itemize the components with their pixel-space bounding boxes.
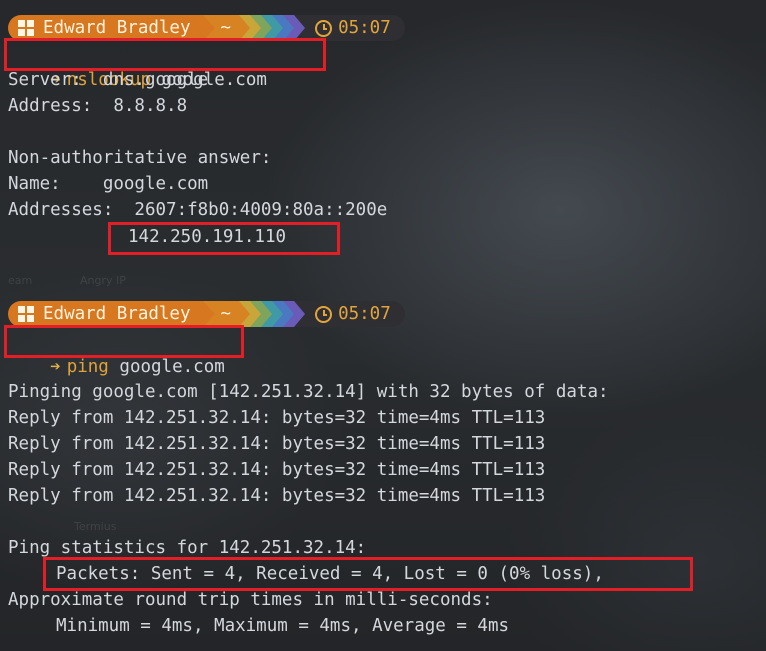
highlight-box <box>4 325 244 358</box>
output-line: Address: 8.8.8.8 <box>8 96 188 116</box>
powerline-chevrons <box>239 301 306 327</box>
prompt-user: Edward Bradley <box>43 18 191 38</box>
powerline-chevron-icon <box>239 301 251 327</box>
powerline-separator-icon <box>202 301 215 327</box>
highlight-box <box>43 557 693 591</box>
prompt-arrow-icon: ➔ <box>50 357 61 377</box>
output-line: Addresses: 2607:f8b0:4009:80a::200e <box>8 200 388 220</box>
prompt-path: ~ <box>214 301 240 327</box>
output-line: Reply from 142.251.32.14: bytes=32 time=… <box>8 486 546 506</box>
powerline-chevron-icon <box>272 301 284 327</box>
prompt-bar: Edward Bradley ~ 05:07 <box>8 301 405 327</box>
output-line: Name: google.com <box>8 174 209 194</box>
command-argument: google.com <box>119 357 225 377</box>
powerline-chevron-icon <box>294 301 306 327</box>
prompt-time: 05:07 <box>338 18 391 38</box>
output-line: Minimum = 4ms, Maximum = 4ms, Average = … <box>56 616 510 636</box>
powerline-chevron-icon <box>261 301 273 327</box>
clock-icon <box>315 19 333 37</box>
output-line: Pinging google.com [142.251.32.14] with … <box>8 382 609 402</box>
prompt-time-segment: 05:07 <box>305 301 405 327</box>
highlight-box <box>108 222 340 255</box>
powerline-chevron-icon <box>250 301 262 327</box>
windows-icon <box>18 20 34 36</box>
output-line: Server: dns.google <box>8 70 209 90</box>
clock-icon <box>315 305 333 323</box>
prompt-user: Edward Bradley <box>43 304 191 324</box>
windows-icon <box>18 306 34 322</box>
command-name: ping <box>66 357 109 377</box>
output-line: Approximate round trip times in milli-se… <box>8 590 493 610</box>
output-line: Reply from 142.251.32.14: bytes=32 time=… <box>8 460 546 480</box>
prompt-time: 05:07 <box>338 304 391 324</box>
output-line: Reply from 142.251.32.14: bytes=32 time=… <box>8 408 546 428</box>
output-line: Non-authoritative answer: <box>8 148 272 168</box>
output-line: Reply from 142.251.32.14: bytes=32 time=… <box>8 434 546 454</box>
prompt-user-segment: Edward Bradley <box>8 301 203 327</box>
powerline-chevron-icon <box>283 301 295 327</box>
terminal-window[interactable]: Edward Bradley ~ 05:07 ➔ nslookup google.… <box>0 0 766 651</box>
